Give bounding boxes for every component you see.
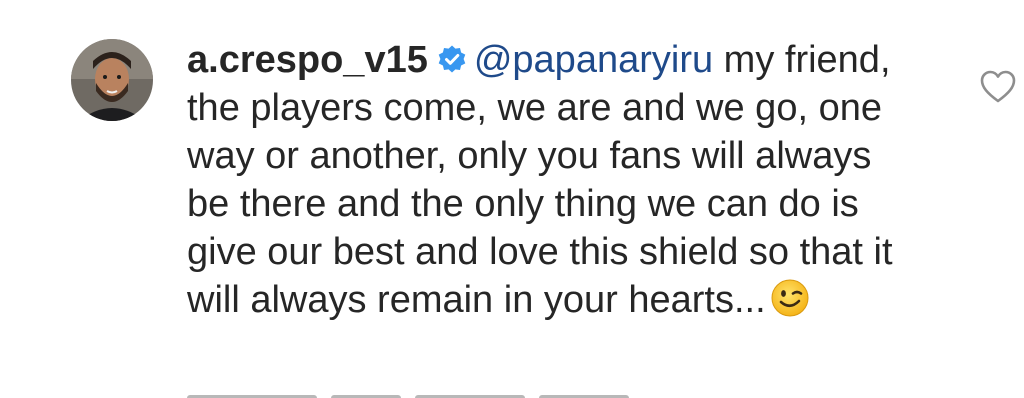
comment-body: a.crespo_v15 @papanaryiru my friend, the …: [187, 36, 907, 324]
avatar-image: [71, 39, 153, 121]
comment-footer-cropped: [187, 388, 707, 398]
comment-mention-link[interactable]: @papanaryiru: [474, 39, 713, 81]
verified-badge-icon: [436, 40, 468, 73]
avatar[interactable]: [71, 39, 153, 121]
comment-username[interactable]: a.crespo_v15: [187, 39, 428, 81]
heart-outline-icon[interactable]: [979, 69, 1017, 105]
winking-face-icon: [770, 278, 810, 318]
comment-item: a.crespo_v15 @papanaryiru my friend, the …: [0, 0, 1024, 398]
